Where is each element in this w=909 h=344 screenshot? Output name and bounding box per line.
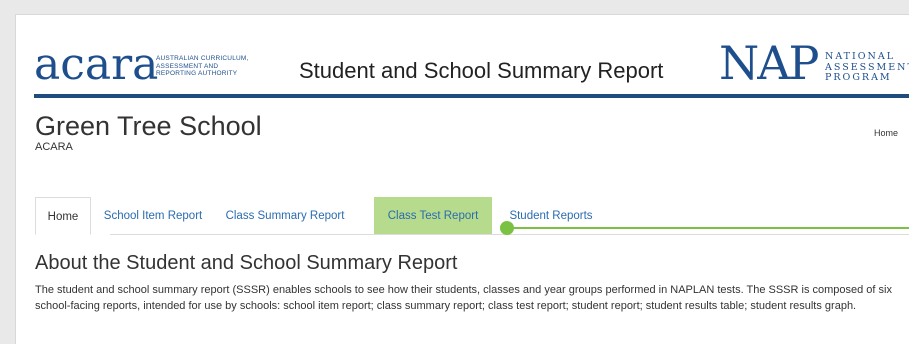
tab-callout-line (506, 227, 909, 229)
acara-logo-tagline: AUSTRALIAN CURRICULUM, ASSESSMENT AND RE… (156, 55, 266, 78)
banner-divider (34, 94, 909, 98)
report-title: Student and School Summary Report (299, 58, 664, 83)
about-heading: About the Student and School Summary Rep… (35, 252, 458, 274)
nap-logo[interactable]: NAP (719, 40, 819, 86)
tab-callout-dot (500, 221, 514, 235)
nap-tagline-line: NATIONAL (825, 51, 896, 62)
tab-class-summary-report[interactable]: Class Summary Report (215, 197, 355, 235)
about-paragraph: The student and school summary report (S… (35, 284, 892, 312)
page-frame: acara AUSTRALIAN CURRICULUM, ASSESSMENT … (15, 14, 909, 344)
tab-class-test-report[interactable]: Class Test Report (374, 197, 492, 235)
acara-tagline-line: REPORTING AUTHORITY (156, 70, 238, 77)
acara-tagline-line: ASSESSMENT AND (156, 62, 219, 70)
school-name: Green Tree School (35, 111, 262, 141)
acara-tagline-line: AUSTRALIAN CURRICULUM, (156, 55, 249, 62)
tab-home[interactable]: Home (35, 197, 91, 235)
nap-tagline-line: PROGRAM (825, 72, 892, 83)
tab-student-reports[interactable]: Student Reports (503, 197, 599, 235)
acara-logo[interactable]: acara (34, 43, 158, 87)
school-organisation: ACARA (35, 141, 73, 153)
breadcrumb-home-link[interactable]: Home (874, 128, 898, 139)
tab-school-item-report[interactable]: School Item Report (91, 197, 215, 235)
report-tabs: Home School Item Report Class Summary Re… (35, 197, 909, 235)
nap-logo-tagline: NATIONAL ASSESSMENT PROGRAM (825, 51, 909, 84)
report-banner: acara AUSTRALIAN CURRICULUM, ASSESSMENT … (16, 15, 909, 93)
